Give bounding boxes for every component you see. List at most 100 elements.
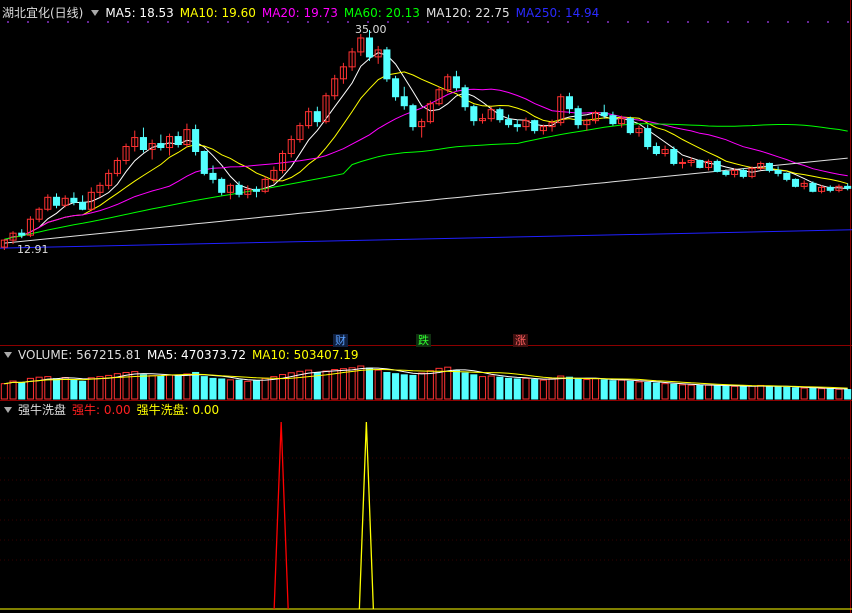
grid-dot — [467, 21, 469, 23]
volume-bar — [713, 385, 721, 400]
grid-dot — [347, 21, 349, 23]
volume-bar — [809, 387, 817, 400]
candle-body — [626, 118, 634, 134]
low-price-label: 12.91 — [17, 243, 49, 256]
ma250-label: MA250: 14.94 — [515, 6, 600, 20]
volume-bar — [461, 372, 469, 400]
volume-header: VOLUME: 567215.81 MA5: 470373.72 MA10: 503… — [2, 347, 365, 363]
stock-chart[interactable] — [0, 0, 852, 613]
grid-dot — [127, 21, 129, 23]
grid-dot — [167, 21, 169, 23]
candle-body — [505, 119, 513, 126]
event-marker-zhang[interactable]: 涨 — [513, 334, 528, 347]
volume-bar — [531, 379, 539, 400]
candle-body — [678, 161, 687, 164]
grid-dot — [27, 21, 29, 23]
candle-body — [670, 149, 678, 164]
grid-dot — [807, 21, 809, 23]
volume-bar — [626, 380, 634, 400]
grid-dot — [747, 21, 749, 23]
volume-bar — [765, 385, 773, 400]
dropdown-icon[interactable] — [4, 407, 12, 413]
volume-bar — [174, 375, 182, 400]
ma60-label: MA60: 20.13 — [343, 6, 420, 20]
candle — [739, 168, 747, 179]
volume-bar — [513, 378, 521, 400]
volume-bar — [218, 378, 226, 400]
grid-dot — [847, 21, 849, 23]
grid-dot — [507, 21, 509, 23]
volume-bar — [791, 387, 800, 400]
volume-bar — [252, 380, 261, 400]
grid-dot — [647, 21, 649, 23]
volume-bar — [157, 375, 165, 400]
grid-dot — [407, 21, 409, 23]
volume-bar — [383, 371, 391, 400]
candle-body — [644, 128, 652, 148]
grid-dot — [827, 21, 829, 23]
grid-dot — [547, 21, 549, 23]
ma120-label: MA120: 22.75 — [425, 6, 510, 20]
candle-body — [713, 160, 721, 172]
candle-body — [235, 184, 243, 195]
volume-bar — [826, 388, 834, 400]
candle — [809, 181, 817, 193]
grid-dot — [227, 21, 229, 23]
chart-background — [0, 0, 852, 613]
volume-bar — [609, 380, 617, 400]
vol-ma5-label: MA5: 470373.72 — [147, 348, 246, 362]
volume-bar — [739, 386, 747, 400]
volume-bar — [696, 384, 704, 400]
grid-dot — [307, 21, 309, 23]
volume-bar — [52, 378, 61, 400]
candle-body — [79, 201, 87, 210]
grid-dot — [67, 21, 69, 23]
grid-dot — [787, 21, 789, 23]
volume-label: VOLUME: 567215.81 — [18, 348, 141, 362]
dropdown-icon[interactable] — [91, 10, 100, 16]
volume-bar — [574, 378, 582, 400]
candle — [670, 146, 678, 166]
volume-bar — [200, 376, 208, 400]
grid-dot — [607, 21, 609, 23]
volume-bar — [452, 369, 460, 400]
grid-dot — [147, 21, 149, 23]
candle-body — [531, 120, 539, 132]
chart-grid — [0, 0, 852, 613]
candle-body — [652, 146, 660, 154]
volume-bar — [600, 379, 608, 400]
candle-body — [392, 78, 400, 98]
candle — [765, 162, 773, 173]
stock-name[interactable]: 湖北宜化(日线) — [2, 6, 83, 20]
candle-body — [600, 112, 608, 117]
grid-dot — [7, 21, 9, 23]
grid-dot — [187, 21, 189, 23]
candle-body — [791, 178, 800, 187]
event-marker-die[interactable]: 跌 — [416, 334, 431, 347]
volume-bar — [505, 377, 513, 400]
candle — [626, 116, 634, 135]
event-marker-cai[interactable]: 财 — [333, 334, 348, 347]
candle-body — [192, 129, 200, 153]
grid-dot — [247, 21, 249, 23]
indicator-header: 强牛洗盘 强牛: 0.00 强牛洗盘: 0.00 — [2, 402, 225, 418]
high-price-label: 35.00 — [355, 23, 387, 36]
grid-dot — [47, 21, 49, 23]
grid-dot — [727, 21, 729, 23]
volume-bar — [652, 382, 660, 400]
grid-dot — [87, 21, 89, 23]
candle-body — [513, 124, 521, 128]
volume-bar — [139, 374, 147, 400]
dropdown-icon[interactable] — [4, 352, 12, 358]
candle-body — [809, 182, 817, 192]
candle-body — [609, 115, 617, 125]
volume-bar — [209, 377, 217, 400]
grid-dot — [707, 21, 709, 23]
volume-bar — [70, 379, 78, 400]
grid-dot — [267, 21, 269, 23]
volume-bar — [192, 371, 200, 400]
grid-dot — [687, 21, 689, 23]
candle-body — [18, 232, 26, 236]
candle — [791, 178, 800, 188]
indicator-name[interactable]: 强牛洗盘 — [18, 403, 66, 417]
